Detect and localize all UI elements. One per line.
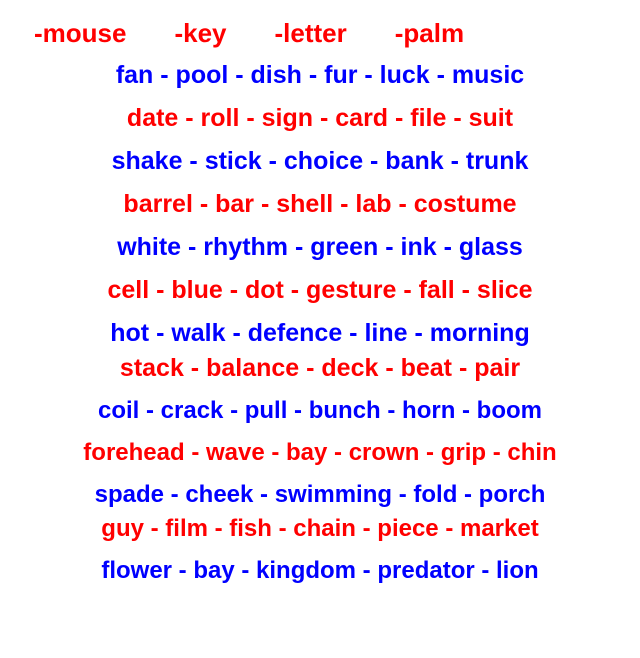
word-line: stack - balance - deck - beat - pair xyxy=(0,356,640,381)
word-line: shake - stick - choice - bank - trunk xyxy=(0,149,640,174)
word-list-container: -mouse -key -letter -palm fan - pool - d… xyxy=(0,0,640,658)
word-line: barrel - bar - shell - lab - costume xyxy=(0,192,640,217)
word-line: date - roll - sign - card - file - suit xyxy=(0,106,640,131)
header-word: -letter xyxy=(275,18,347,49)
word-line: guy - film - fish - chain - piece - mark… xyxy=(0,517,640,541)
header-word: -palm xyxy=(395,18,464,49)
header-word: -mouse xyxy=(34,18,126,49)
word-line: forehead - wave - bay - crown - grip - c… xyxy=(0,441,640,465)
header-word: -key xyxy=(174,18,226,49)
word-line: white - rhythm - green - ink - glass xyxy=(0,235,640,260)
word-line: fan - pool - dish - fur - luck - music xyxy=(0,63,640,88)
word-line: hot - walk - defence - line - morning xyxy=(0,321,640,346)
word-line: cell - blue - dot - gesture - fall - sli… xyxy=(0,278,640,303)
word-line: spade - cheek - swimming - fold - porch xyxy=(0,483,640,507)
word-line: flower - bay - kingdom - predator - lion xyxy=(0,559,640,583)
word-line: coil - crack - pull - bunch - horn - boo… xyxy=(0,399,640,423)
header-row: -mouse -key -letter -palm xyxy=(0,18,640,49)
